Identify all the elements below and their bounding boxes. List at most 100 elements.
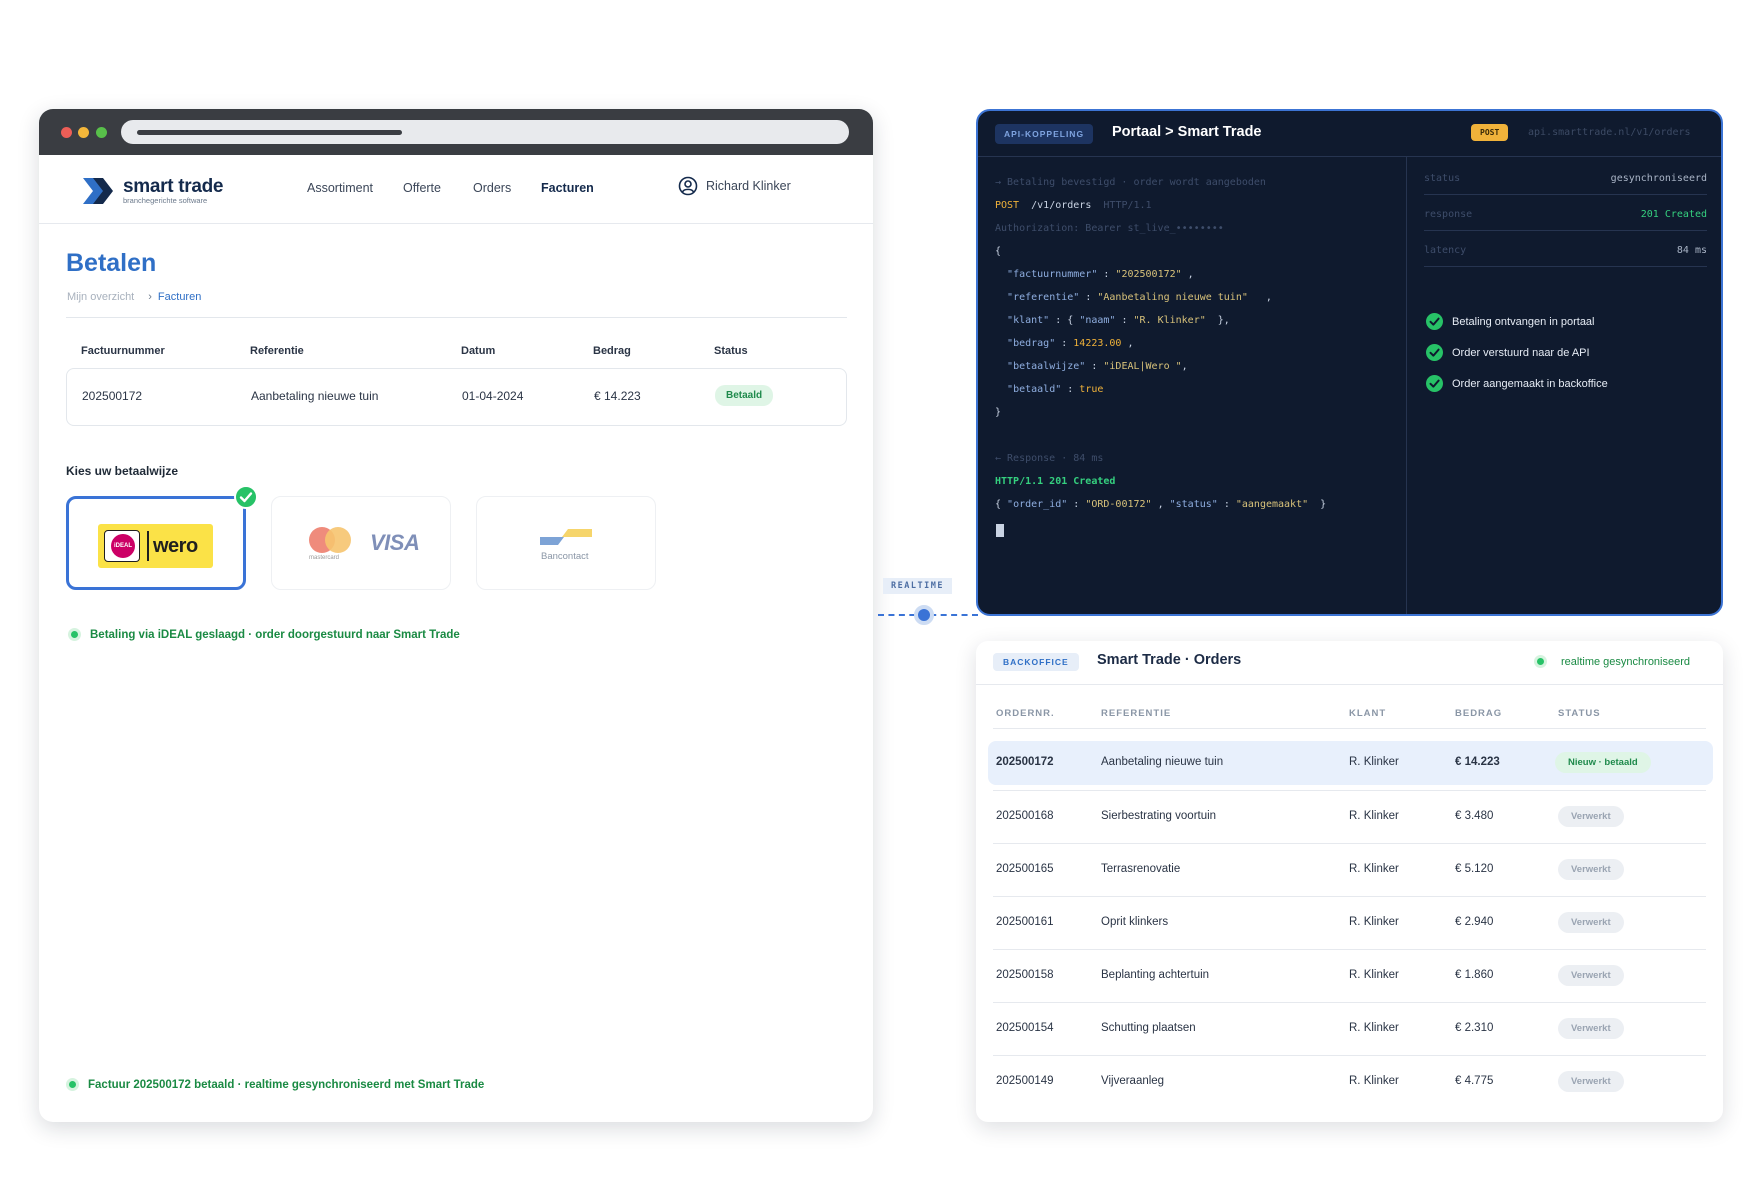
header-divider: [993, 728, 1706, 729]
ideal-wero-logo: iDEAL wero: [98, 524, 213, 568]
backoffice-header: BACKOFFICE Smart Trade · Orders realtime…: [976, 641, 1723, 685]
code-response-status: HTTP/1.1 201 Created: [995, 476, 1116, 487]
code-brace-close: }: [995, 407, 1002, 418]
site-header: smart trade branchegerichte software Ass…: [39, 155, 873, 224]
nav-facturen[interactable]: Facturen: [541, 181, 594, 195]
payment-option-ideal-wero[interactable]: iDEAL wero: [66, 496, 246, 590]
status-badge: Verwerkt: [1558, 912, 1624, 933]
user-name: Richard Klinker: [706, 179, 791, 193]
meta-latency: latency 84 ms: [1424, 241, 1707, 267]
visa-logo: VISA: [370, 530, 420, 555]
payment-option-card[interactable]: mastercard VISA: [271, 496, 451, 590]
mastercard-icon: [309, 527, 351, 555]
mastercard-label: mastercard: [309, 555, 340, 561]
invoice-number: 202500172: [82, 389, 143, 403]
panel-divider: [1406, 157, 1407, 614]
row-divider: [993, 1055, 1706, 1056]
code-field-klant: "klant" : { "naam" : "R. Klinker" },: [1007, 315, 1230, 326]
row-divider: [993, 1002, 1706, 1003]
user-icon: [678, 176, 698, 196]
code-proto: HTTP/1.1: [1103, 200, 1152, 211]
logo-chevron-icon: [83, 177, 113, 204]
table-row[interactable]: 202500149 Vijveraanleg R. Klinker € 4.77…: [988, 1060, 1713, 1104]
row-divider: [993, 896, 1706, 897]
row-divider: [993, 949, 1706, 950]
check-circle-icon: [1426, 375, 1443, 392]
logo-name: smart trade: [123, 176, 224, 197]
status-badge: Verwerkt: [1558, 859, 1624, 880]
window-close-dot[interactable]: [61, 127, 72, 138]
nav-orders[interactable]: Orders: [473, 181, 511, 195]
api-tag: API-KOPPELING: [995, 124, 1094, 144]
realtime-label: REALTIME: [883, 578, 952, 594]
breadcrumb: Mijn overzicht › Facturen: [67, 291, 201, 303]
col-header-klant: KLANT: [1349, 708, 1387, 719]
code-field-betaalwijze: "betaalwijze" : "iDEAL|Wero ",: [1007, 361, 1188, 372]
address-placeholder-line: [137, 130, 402, 135]
ideal-logo-text: iDEAL: [111, 534, 135, 558]
bancontact-icon: [540, 529, 592, 545]
browser-titlebar: [39, 109, 873, 155]
invoice-reference: Aanbetaling nieuwe tuin: [251, 389, 379, 403]
check-circle-icon: [1426, 344, 1443, 361]
backoffice-tag: BACKOFFICE: [993, 653, 1079, 671]
address-bar[interactable]: [121, 120, 849, 144]
code-field-referentie: "referentie" : "Aanbetaling nieuwe tuin"…: [1007, 292, 1272, 303]
terminal-cursor: [996, 524, 1004, 537]
nav-offerte[interactable]: Offerte: [403, 181, 441, 195]
bancontact-label: Bancontact: [541, 551, 589, 562]
wero-logo-text: wero: [153, 535, 198, 557]
selected-check-icon: [234, 485, 258, 509]
check-circle-icon: [1426, 313, 1443, 330]
check-item-order-created: Order aangemaakt in backoffice: [1426, 375, 1608, 392]
logo-tagline: branchegerichte software: [123, 196, 208, 205]
smart-trade-logo[interactable]: smart trade branchegerichte software: [83, 176, 224, 205]
breadcrumb-home[interactable]: Mijn overzicht: [67, 291, 134, 303]
window-maximize-dot[interactable]: [96, 127, 107, 138]
invoice-amount: € 14.223: [594, 389, 641, 403]
divider: [66, 317, 847, 318]
invoice-row[interactable]: 202500172 Aanbetaling nieuwe tuin 01-04-…: [66, 368, 847, 426]
sync-footer-text: Factuur 202500172 betaald · realtime ges…: [88, 1078, 485, 1091]
table-row[interactable]: 202500165 Terrasrenovatie R. Klinker € 5…: [988, 848, 1713, 892]
col-header-status: STATUS: [1558, 708, 1601, 719]
row-divider: [993, 790, 1706, 791]
code-field-betaald: "betaald" : true: [1007, 384, 1104, 395]
sync-dot-icon: [66, 1078, 79, 1091]
code-comment-response: ← Response · 84 ms: [995, 453, 1104, 464]
meta-response: response 201 Created: [1424, 205, 1707, 231]
window-minimize-dot[interactable]: [78, 127, 89, 138]
col-header-status: Status: [714, 345, 748, 357]
payment-method-label: Kies uw betaalwijze: [66, 464, 179, 478]
payment-success-text: Betaling via iDEAL geslaagd · order door…: [90, 628, 460, 641]
payment-option-bancontact[interactable]: Bancontact: [476, 496, 656, 590]
customer-portal-window: smart trade branchegerichte software Ass…: [39, 109, 873, 1122]
status-badge: Verwerkt: [1558, 1071, 1624, 1092]
connector-node-icon: [914, 605, 934, 625]
breadcrumb-current[interactable]: Facturen: [158, 291, 201, 303]
col-header-bedrag: BEDRAG: [1455, 708, 1503, 719]
table-row[interactable]: 202500154 Schutting plaatsen R. Klinker …: [988, 1007, 1713, 1051]
code-field-factuurnummer: "factuurnummer" : "202500172" ,: [1007, 269, 1194, 280]
logo-separator: [147, 531, 149, 561]
nav-assortiment[interactable]: Assortiment: [307, 181, 373, 195]
sync-status-text: realtime gesynchroniseerd: [1561, 655, 1691, 668]
table-row[interactable]: 202500172 Aanbetaling nieuwe tuin R. Kli…: [988, 741, 1713, 785]
status-badge: Verwerkt: [1558, 1018, 1624, 1039]
api-title: Portaal > Smart Trade: [1112, 124, 1262, 140]
sync-status-dot-icon: [1534, 655, 1547, 668]
ideal-logo: iDEAL: [104, 530, 140, 562]
status-badge: Nieuw · betaald: [1555, 752, 1651, 773]
user-menu[interactable]: Richard Klinker: [678, 176, 791, 196]
code-method: POST: [995, 200, 1020, 211]
table-row[interactable]: 202500161 Oprit klinkers R. Klinker € 2.…: [988, 901, 1713, 945]
check-item-payment-received: Betaling ontvangen in portaal: [1426, 313, 1595, 330]
table-row[interactable]: 202500168 Sierbestrating voortuin R. Kli…: [988, 795, 1713, 839]
sync-status: realtime gesynchroniseerd: [1534, 655, 1690, 668]
code-auth-header: Authorization: Bearer st_live_••••••••: [995, 223, 1224, 234]
table-row[interactable]: 202500158 Beplanting achtertuin R. Klink…: [988, 954, 1713, 998]
payment-success-message: Betaling via iDEAL geslaagd · order door…: [68, 628, 460, 641]
code-field-bedrag: "bedrag" : 14223.00 ,: [1007, 338, 1134, 349]
code-comment-request: → Betaling bevestigd · order wordt aange…: [995, 177, 1266, 188]
sync-footer-message: Factuur 202500172 betaald · realtime ges…: [66, 1078, 484, 1091]
